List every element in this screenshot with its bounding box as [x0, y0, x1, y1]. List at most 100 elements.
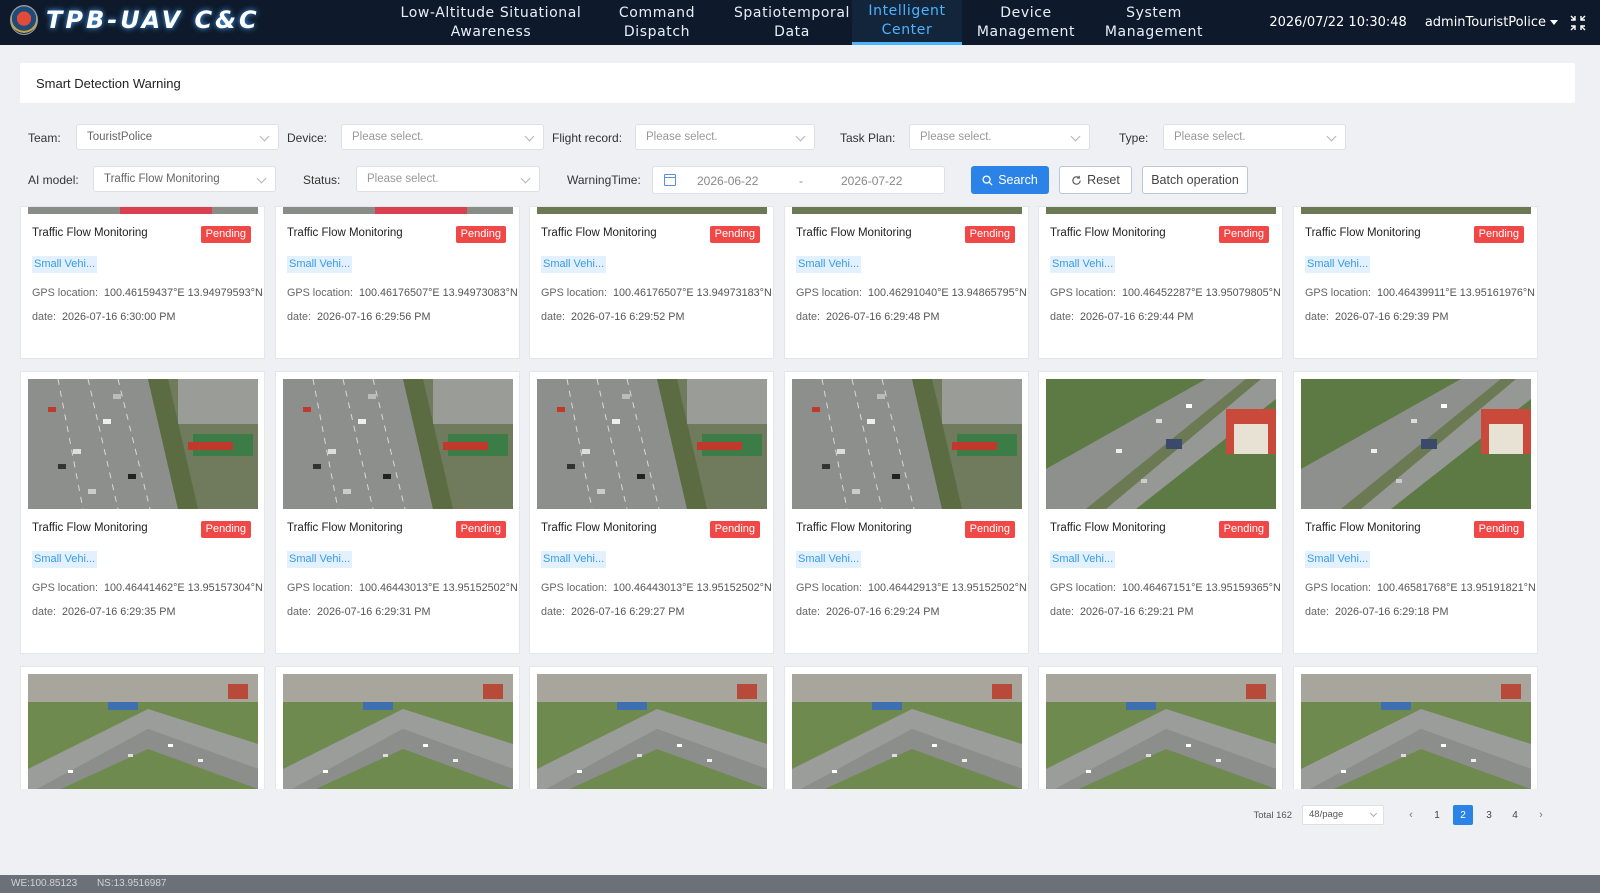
- detection-tag[interactable]: Small Vehi...: [287, 256, 353, 273]
- user-menu[interactable]: adminTouristPolice: [1425, 15, 1558, 30]
- gps-location: GPS location: 100.46176507°E 13.94973183°…: [541, 287, 772, 299]
- date-value: 2026-07-16 6:29:48 PM: [826, 311, 940, 323]
- detection-thumbnail[interactable]: [792, 379, 1022, 509]
- warning-card[interactable]: [529, 666, 774, 789]
- gps-value: 100.46443013°E 13.95152502°N: [613, 582, 772, 594]
- page-1[interactable]: 1: [1427, 805, 1447, 825]
- task-plan-select[interactable]: Please select.: [909, 124, 1090, 150]
- next-page-icon[interactable]: ›: [1531, 805, 1551, 825]
- warning-card[interactable]: Traffic Flow Monitoring Pending Small Vehi…: [529, 371, 774, 654]
- header-right: 2026/07/22 10:30:48 adminTouristPolice: [1269, 0, 1586, 45]
- nav-system-management[interactable]: System Management: [1090, 0, 1218, 45]
- warning-card[interactable]: Traffic Flow Monitoring Pending Small Vehi…: [20, 206, 265, 359]
- page-2[interactable]: 2: [1453, 805, 1473, 825]
- detection-tag[interactable]: Small Vehi...: [1050, 256, 1116, 273]
- top-navigation-bar: TPB-UAV C&C Low-Altitude Situational Awa…: [0, 0, 1600, 45]
- detection-thumbnail[interactable]: [537, 379, 767, 509]
- detection-tag[interactable]: Small Vehi...: [287, 551, 353, 568]
- detection-date: date: 2026-07-16 6:29:48 PM: [796, 311, 939, 323]
- detection-tag[interactable]: Small Vehi...: [32, 551, 98, 568]
- warning-card[interactable]: [1038, 666, 1283, 789]
- detection-date: date: 2026-07-16 6:29:31 PM: [287, 606, 430, 618]
- date-label: date:: [32, 606, 57, 618]
- detection-thumbnail[interactable]: [1046, 674, 1276, 789]
- gps-location: GPS location: 100.46581768°E 13.95191821°…: [1305, 582, 1536, 594]
- nav-intelligent-center[interactable]: Intelligent Center: [852, 0, 962, 45]
- app-logo[interactable]: TPB-UAV C&C: [10, 5, 260, 35]
- nav-command-dispatch[interactable]: Command Dispatch: [582, 0, 732, 45]
- date-end[interactable]: 2026-07-22: [841, 174, 902, 188]
- warning-card[interactable]: Traffic Flow Monitoring Pending Small Vehi…: [1293, 371, 1538, 654]
- search-button[interactable]: Search: [971, 166, 1049, 194]
- status-badge: Pending: [964, 226, 1015, 243]
- warning-card[interactable]: Traffic Flow Monitoring Pending Small Vehi…: [20, 371, 265, 654]
- warning-card[interactable]: Traffic Flow Monitoring Pending Small Vehi…: [1038, 371, 1283, 654]
- detection-tag[interactable]: Small Vehi...: [541, 551, 607, 568]
- card-title: Traffic Flow Monitoring: [541, 522, 657, 534]
- warning-card[interactable]: Traffic Flow Monitoring Pending Small Vehi…: [529, 206, 774, 359]
- detection-thumbnail[interactable]: [283, 674, 513, 789]
- detection-date: date: 2026-07-16 6:29:35 PM: [32, 606, 175, 618]
- flight-record-select[interactable]: Please select.: [635, 124, 815, 150]
- ai-model-select[interactable]: Traffic Flow Monitoring: [93, 166, 276, 192]
- warning-card[interactable]: [784, 666, 1029, 789]
- total-count: Total 162: [1253, 809, 1292, 821]
- detection-thumbnail[interactable]: [283, 379, 513, 509]
- warning-card[interactable]: Traffic Flow Monitoring Pending Small Vehi…: [1293, 206, 1538, 359]
- gps-value: 100.46176507°E 13.94973183°N: [613, 287, 772, 299]
- page-3[interactable]: 3: [1479, 805, 1499, 825]
- page-4[interactable]: 4: [1505, 805, 1525, 825]
- caret-down-icon: [1550, 20, 1558, 25]
- nav-spatiotemporal-data[interactable]: Spatiotemporal Data: [732, 0, 852, 45]
- date-value: 2026-07-16 6:29:35 PM: [62, 606, 176, 618]
- reset-button[interactable]: Reset: [1059, 166, 1132, 194]
- detection-tag[interactable]: Small Vehi...: [1050, 551, 1116, 568]
- warning-card[interactable]: Traffic Flow Monitoring Pending Small Vehi…: [1038, 206, 1283, 359]
- aerial-road-image: [792, 379, 1022, 509]
- card-title: Traffic Flow Monitoring: [287, 522, 403, 534]
- detection-thumbnail[interactable]: [1301, 674, 1531, 789]
- warning-card[interactable]: [1293, 666, 1538, 789]
- detection-tag[interactable]: Small Vehi...: [796, 551, 862, 568]
- nav-low-altitude-situational-awareness[interactable]: Low-Altitude Situational Awareness: [400, 0, 582, 45]
- card-title: Traffic Flow Monitoring: [541, 227, 657, 239]
- detection-thumbnail[interactable]: [28, 674, 258, 789]
- type-select[interactable]: Please select.: [1163, 124, 1346, 150]
- detection-tag[interactable]: Small Vehi...: [541, 256, 607, 273]
- team-select[interactable]: TouristPolice: [76, 124, 279, 150]
- page-size-select[interactable]: 48/page: [1302, 805, 1384, 825]
- detection-tag[interactable]: Small Vehi...: [32, 256, 98, 273]
- warning-card[interactable]: [20, 666, 265, 789]
- detection-thumbnail[interactable]: [537, 674, 767, 789]
- detection-tag[interactable]: Small Vehi...: [796, 256, 862, 273]
- date-value: 2026-07-16 6:29:56 PM: [317, 311, 431, 323]
- warning-card[interactable]: Traffic Flow Monitoring Pending Small Vehi…: [275, 206, 520, 359]
- aerial-highway-image: [283, 674, 513, 789]
- chevron-down-icon: [1070, 131, 1081, 142]
- detection-tag[interactable]: Small Vehi...: [1305, 551, 1371, 568]
- flight-record-label: Flight record:: [552, 131, 623, 145]
- detection-thumbnail[interactable]: [28, 379, 258, 509]
- detection-thumbnail[interactable]: [1046, 379, 1276, 509]
- detection-thumbnail[interactable]: [792, 674, 1022, 789]
- card-title: Traffic Flow Monitoring: [287, 227, 403, 239]
- detection-tag[interactable]: Small Vehi...: [1305, 256, 1371, 273]
- gps-location: GPS location: 100.46442913°E 13.95152502°…: [796, 582, 1027, 594]
- chevron-down-icon: [256, 173, 267, 184]
- detection-thumbnail[interactable]: [1301, 379, 1531, 509]
- exit-fullscreen-icon[interactable]: [1570, 15, 1586, 31]
- date-value: 2026-07-16 6:29:21 PM: [1080, 606, 1194, 618]
- batch-operation-button[interactable]: Batch operation: [1142, 166, 1248, 194]
- prev-page-icon[interactable]: ‹: [1401, 805, 1421, 825]
- status-select[interactable]: Please select.: [356, 166, 540, 192]
- warning-card[interactable]: Traffic Flow Monitoring Pending Small Vehi…: [784, 371, 1029, 654]
- task-plan-placeholder: Please select.: [920, 131, 992, 143]
- warning-card[interactable]: Traffic Flow Monitoring Pending Small Vehi…: [784, 206, 1029, 359]
- warning-card[interactable]: [275, 666, 520, 789]
- warning-time-range[interactable]: 2026-06-22 - 2026-07-22: [652, 166, 945, 194]
- warning-card[interactable]: Traffic Flow Monitoring Pending Small Vehi…: [275, 371, 520, 654]
- date-value: 2026-07-16 6:29:31 PM: [317, 606, 431, 618]
- date-start[interactable]: 2026-06-22: [697, 174, 758, 188]
- device-select[interactable]: Please select.: [341, 124, 544, 150]
- nav-device-management[interactable]: Device Management: [962, 0, 1090, 45]
